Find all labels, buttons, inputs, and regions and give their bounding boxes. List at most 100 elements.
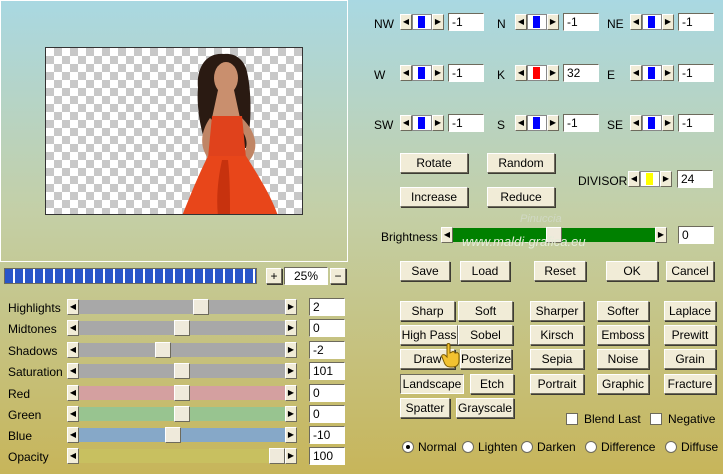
- kernel-decrease[interactable]: ◀: [630, 65, 642, 81]
- kernel-value-field[interactable]: -1: [448, 114, 484, 132]
- adjust-value-field[interactable]: 0: [309, 384, 345, 402]
- adjust-thumb[interactable]: [174, 363, 190, 379]
- blend-mode-radio-diffuse[interactable]: [665, 441, 677, 453]
- kernel-decrease[interactable]: ◀: [515, 14, 527, 30]
- adjust-track[interactable]: [79, 299, 285, 315]
- ok-button[interactable]: OK: [606, 261, 658, 281]
- adjust-value-field[interactable]: 2: [309, 298, 345, 316]
- kernel-increase[interactable]: ▶: [662, 115, 674, 131]
- adjust-track[interactable]: [79, 320, 285, 336]
- load-button[interactable]: Load: [460, 261, 510, 281]
- kernel-decrease[interactable]: ◀: [400, 115, 412, 131]
- adjust-track[interactable]: [79, 427, 285, 443]
- preset-button-portrait[interactable]: Portrait: [530, 374, 584, 394]
- adjust-increase[interactable]: ▶: [285, 448, 297, 464]
- divisor-increase[interactable]: ▶: [660, 171, 672, 187]
- kernel-track[interactable]: [412, 14, 432, 30]
- kernel-decrease[interactable]: ◀: [515, 65, 527, 81]
- kernel-value-field[interactable]: -1: [563, 13, 599, 31]
- kernel-track[interactable]: [527, 65, 547, 81]
- save-button[interactable]: Save: [400, 261, 450, 281]
- preset-button-high-pass[interactable]: High Pass: [400, 325, 458, 345]
- kernel-decrease[interactable]: ◀: [630, 115, 642, 131]
- kernel-value-field[interactable]: -1: [678, 114, 714, 132]
- preset-button-sobel[interactable]: Sobel: [458, 325, 513, 345]
- rotate-button[interactable]: Rotate: [400, 153, 468, 173]
- adjust-decrease[interactable]: ◀: [67, 342, 79, 358]
- preset-button-sharp[interactable]: Sharp: [400, 301, 455, 321]
- adjust-thumb[interactable]: [165, 427, 181, 443]
- divisor-track[interactable]: [640, 171, 660, 187]
- kernel-value-field[interactable]: -1: [563, 114, 599, 132]
- adjust-value-field[interactable]: 100: [309, 447, 345, 465]
- adjust-value-field[interactable]: 101: [309, 362, 345, 380]
- kernel-track[interactable]: [527, 14, 547, 30]
- reset-button[interactable]: Reset: [534, 261, 586, 281]
- increase-button[interactable]: Increase: [400, 187, 468, 207]
- brightness-decrease[interactable]: ◀: [441, 227, 453, 243]
- preset-button-softer[interactable]: Softer: [597, 301, 649, 321]
- kernel-increase[interactable]: ▶: [432, 65, 444, 81]
- adjust-thumb[interactable]: [155, 342, 171, 358]
- preset-button-grain[interactable]: Grain: [664, 349, 716, 369]
- random-button[interactable]: Random: [487, 153, 555, 173]
- adjust-value-field[interactable]: -2: [309, 341, 345, 359]
- preset-button-noise[interactable]: Noise: [597, 349, 649, 369]
- adjust-value-field[interactable]: 0: [309, 319, 345, 337]
- kernel-increase[interactable]: ▶: [432, 14, 444, 30]
- preset-button-prewitt[interactable]: Prewitt: [664, 325, 716, 345]
- preset-button-kirsch[interactable]: Kirsch: [530, 325, 584, 345]
- adjust-thumb[interactable]: [174, 385, 190, 401]
- adjust-track[interactable]: [79, 363, 285, 379]
- brightness-increase[interactable]: ▶: [655, 227, 667, 243]
- preset-button-landscape[interactable]: Landscape: [400, 374, 464, 394]
- kernel-value-field[interactable]: -1: [448, 64, 484, 82]
- preset-button-sharper[interactable]: Sharper: [530, 301, 584, 321]
- kernel-decrease[interactable]: ◀: [400, 14, 412, 30]
- adjust-increase[interactable]: ▶: [285, 406, 297, 422]
- adjust-increase[interactable]: ▶: [285, 320, 297, 336]
- kernel-increase[interactable]: ▶: [547, 14, 559, 30]
- preset-button-soft[interactable]: Soft: [458, 301, 513, 321]
- preset-button-grayscale[interactable]: Grayscale: [456, 398, 514, 418]
- kernel-track[interactable]: [642, 115, 662, 131]
- adjust-decrease[interactable]: ◀: [67, 448, 79, 464]
- negative-checkbox[interactable]: [650, 413, 662, 425]
- adjust-decrease[interactable]: ◀: [67, 299, 79, 315]
- adjust-track[interactable]: [79, 342, 285, 358]
- kernel-decrease[interactable]: ◀: [400, 65, 412, 81]
- adjust-decrease[interactable]: ◀: [67, 406, 79, 422]
- kernel-increase[interactable]: ▶: [662, 65, 674, 81]
- kernel-value-field[interactable]: 32: [563, 64, 599, 82]
- blend-mode-radio-lighten[interactable]: [462, 441, 474, 453]
- zoom-out-button[interactable]: −: [330, 268, 346, 284]
- kernel-increase[interactable]: ▶: [547, 65, 559, 81]
- kernel-increase[interactable]: ▶: [547, 115, 559, 131]
- adjust-increase[interactable]: ▶: [285, 363, 297, 379]
- kernel-increase[interactable]: ▶: [662, 14, 674, 30]
- adjust-decrease[interactable]: ◀: [67, 427, 79, 443]
- adjust-thumb[interactable]: [193, 299, 209, 315]
- adjust-increase[interactable]: ▶: [285, 342, 297, 358]
- preset-button-laplace[interactable]: Laplace: [664, 301, 716, 321]
- adjust-thumb[interactable]: [174, 406, 190, 422]
- kernel-track[interactable]: [412, 115, 432, 131]
- preview-canvas[interactable]: [45, 47, 303, 215]
- kernel-track[interactable]: [642, 65, 662, 81]
- adjust-decrease[interactable]: ◀: [67, 320, 79, 336]
- preset-button-fracture[interactable]: Fracture: [664, 374, 716, 394]
- kernel-track[interactable]: [527, 115, 547, 131]
- preset-button-emboss[interactable]: Emboss: [597, 325, 649, 345]
- kernel-value-field[interactable]: -1: [678, 64, 714, 82]
- adjust-increase[interactable]: ▶: [285, 385, 297, 401]
- zoom-field[interactable]: 25%: [284, 267, 328, 285]
- blend-mode-radio-darken[interactable]: [521, 441, 533, 453]
- adjust-value-field[interactable]: -10: [309, 426, 345, 444]
- blend-mode-radio-normal[interactable]: [402, 441, 414, 453]
- blend-mode-radio-difference[interactable]: [585, 441, 597, 453]
- kernel-decrease[interactable]: ◀: [630, 14, 642, 30]
- blend-last-checkbox[interactable]: [566, 413, 578, 425]
- preset-button-sepia[interactable]: Sepia: [530, 349, 584, 369]
- kernel-track[interactable]: [412, 65, 432, 81]
- adjust-track[interactable]: [79, 385, 285, 401]
